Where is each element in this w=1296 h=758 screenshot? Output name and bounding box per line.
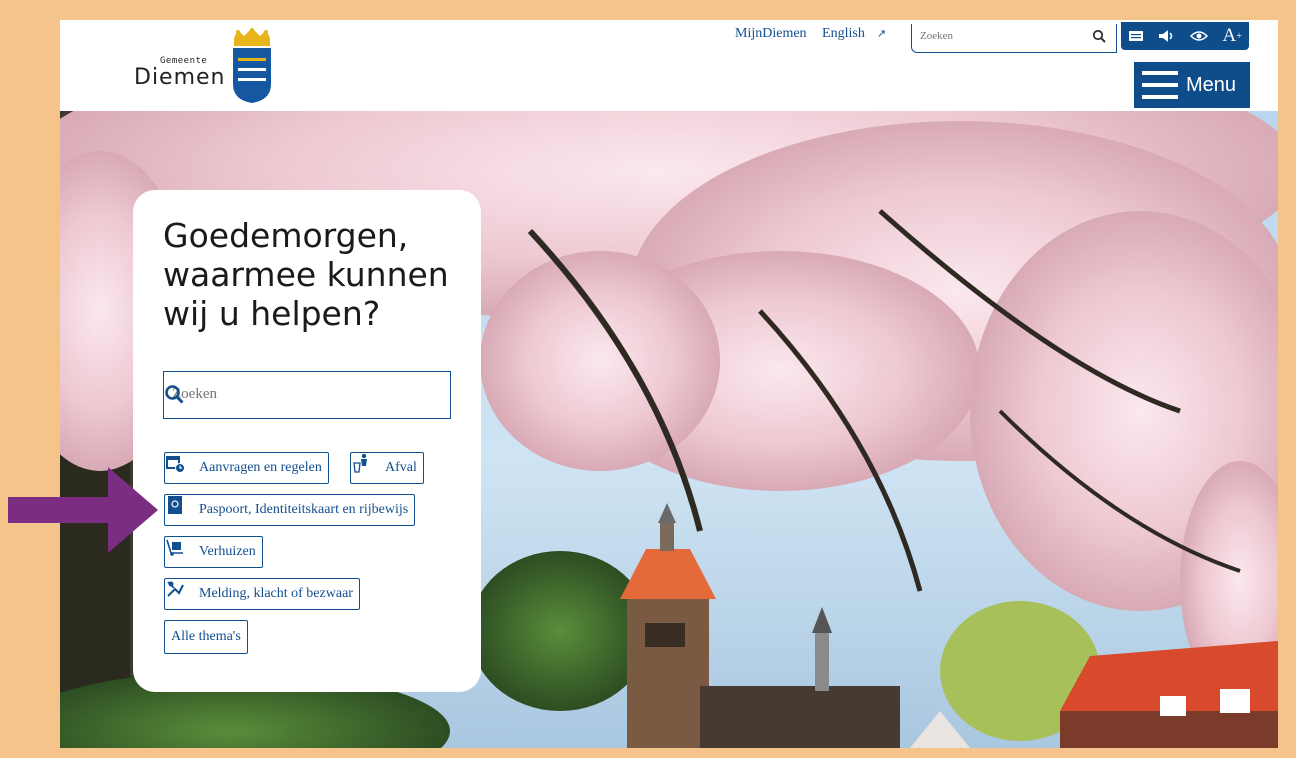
english-link-label: English <box>822 26 865 41</box>
logo-name-text: Diemen <box>134 65 226 90</box>
topic-paspoort-identiteitskaart-rijbewijs[interactable]: Paspoort, Identiteitskaart en rijbewijs <box>164 494 416 526</box>
waste-bin-icon <box>353 453 378 479</box>
report-icon <box>167 581 192 605</box>
topic-aanvragen-en-regelen[interactable]: Aanvragen en regelen <box>164 452 329 484</box>
font-size-plus: + <box>1236 30 1242 42</box>
mijndiemen-link[interactable]: MijnDiemen <box>735 26 807 41</box>
help-card: Goedemorgen, waarmee kunnen wij u helpen… <box>133 190 481 692</box>
topic-label: Aanvragen en regelen <box>199 460 322 475</box>
search-icon[interactable] <box>164 384 184 404</box>
header-search <box>911 24 1117 53</box>
hero-section: Goedemorgen, waarmee kunnen wij u helpen… <box>60 111 1278 748</box>
topic-alle-themas[interactable]: Alle thema's <box>164 620 248 654</box>
coat-of-arms-icon <box>233 28 271 103</box>
menu-button[interactable]: Menu <box>1134 62 1250 108</box>
hamburger-icon <box>1142 71 1178 99</box>
topic-label: Afval <box>385 460 417 475</box>
topic-label: Melding, klacht of bezwaar <box>199 586 353 601</box>
read-aloud-icon[interactable] <box>1128 29 1144 43</box>
topic-label: Paspoort, Identiteitskaart en rijbewijs <box>199 502 409 517</box>
menu-label: Menu <box>1186 73 1237 96</box>
font-size-icon[interactable]: A + <box>1223 25 1242 47</box>
hero-search-input[interactable] <box>164 372 400 417</box>
municipality-logo[interactable]: Gemeente Diemen <box>132 28 282 108</box>
topic-afval[interactable]: Afval <box>350 452 424 484</box>
topic-label: Alle thema's <box>171 629 241 644</box>
topic-label: Verhuizen <box>199 544 256 559</box>
greeting-line: waarmee kunnen <box>163 255 449 294</box>
page: Gemeente Diemen MijnDiemen English ↗ Zoe… <box>60 20 1278 748</box>
moving-cart-icon <box>166 539 192 563</box>
site-header: Gemeente Diemen MijnDiemen English ↗ Zoe… <box>60 20 1278 111</box>
search-icon[interactable] <box>1092 29 1106 43</box>
font-size-label: A <box>1222 25 1237 46</box>
calendar-clock-icon <box>166 456 192 479</box>
speaker-icon[interactable] <box>1158 29 1176 43</box>
topic-verhuizen[interactable]: Verhuizen <box>164 536 263 568</box>
passport-icon <box>168 496 192 521</box>
top-links: MijnDiemen English ↗ <box>735 26 910 42</box>
greeting-heading: Goedemorgen, waarmee kunnen wij u helpen… <box>163 216 463 333</box>
annotation-arrow-icon <box>8 467 158 553</box>
greeting-line: Goedemorgen, <box>163 216 409 255</box>
eye-icon[interactable] <box>1190 30 1209 42</box>
english-link[interactable]: English ↗ <box>822 26 898 41</box>
hero-search <box>163 371 451 419</box>
header-search-input[interactable] <box>912 24 1078 48</box>
external-link-icon: ↗ <box>876 28 887 40</box>
topic-melding-klacht-bezwaar[interactable]: Melding, klacht of bezwaar <box>164 578 360 610</box>
greeting-line: wij u helpen? <box>163 294 381 333</box>
accessibility-toolbar: A + <box>1121 22 1249 50</box>
